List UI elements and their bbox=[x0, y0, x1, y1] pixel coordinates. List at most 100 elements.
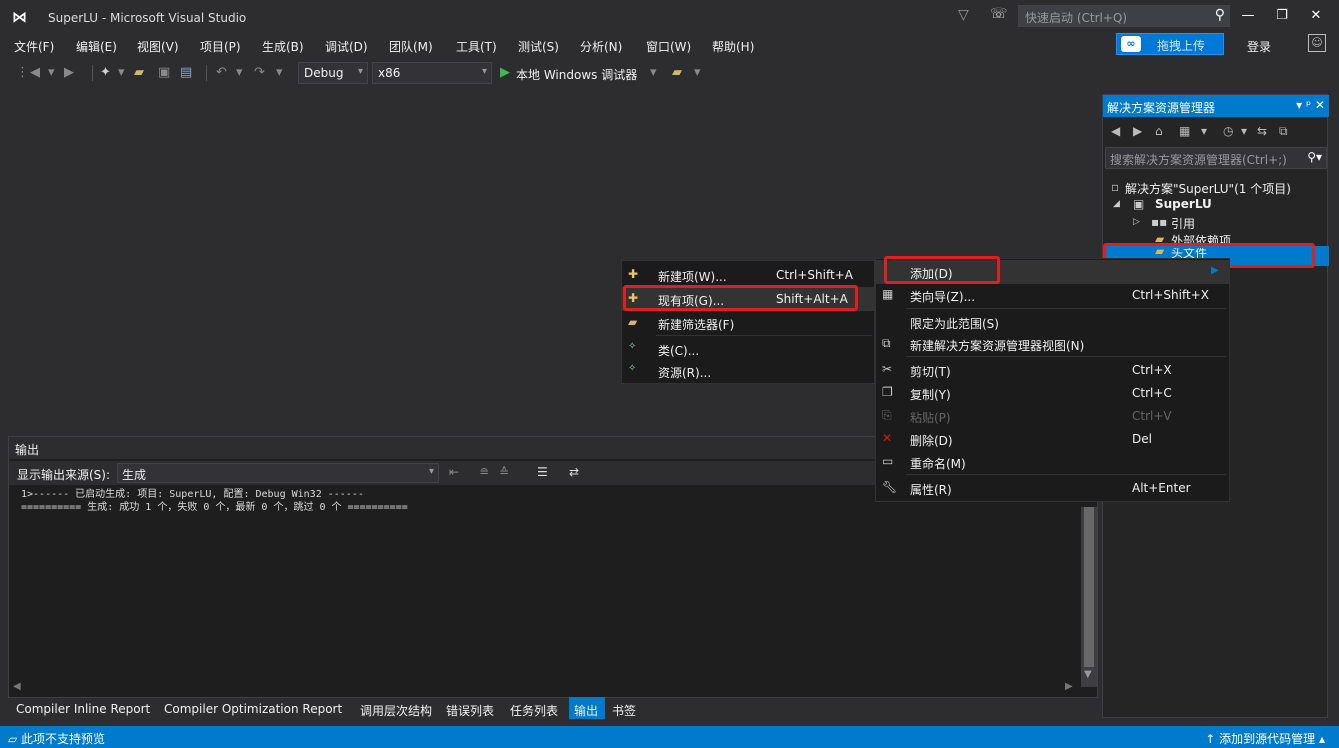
menu-edit[interactable]: 编辑(E) bbox=[76, 38, 117, 55]
menu-item-label: 限定为此范围(S) bbox=[910, 317, 999, 331]
start-debug-button[interactable]: 本地 Windows 调试器 bbox=[516, 66, 637, 83]
menu-file[interactable]: 文件(F) bbox=[14, 38, 54, 55]
account-icon[interactable]: ☺ bbox=[1308, 34, 1326, 52]
expand-arrow-icon[interactable]: ◢ bbox=[1113, 199, 1120, 209]
scroll-right-icon[interactable]: ▶ bbox=[1065, 681, 1073, 692]
back-icon[interactable]: ◀ bbox=[1111, 124, 1120, 138]
scrollbar-thumb[interactable] bbox=[1084, 507, 1094, 667]
notification-filter-icon[interactable]: ▽ bbox=[958, 7, 969, 23]
collapse-all-icon[interactable]: ⧉ bbox=[1279, 124, 1288, 139]
redo-icon[interactable]: ↷ bbox=[254, 65, 265, 80]
pending-changes-icon[interactable]: ◷ bbox=[1223, 124, 1233, 138]
menu-window[interactable]: 窗口(W) bbox=[646, 38, 691, 55]
feedback-icon[interactable]: ☏ bbox=[990, 6, 1008, 22]
menu-item-shortcut: Ctrl+V bbox=[1132, 409, 1172, 423]
add-to-source-control-button[interactable]: ↑ 添加到源代码管理 ▴ bbox=[1205, 730, 1325, 747]
tab-output[interactable]: 输出 bbox=[574, 702, 598, 719]
next-message-icon[interactable]: ≙ bbox=[499, 465, 509, 479]
solution-config-select[interactable]: Debug ▾ bbox=[298, 62, 368, 84]
solution-search-input[interactable]: 搜索解决方案资源管理器(Ctrl+;) ⚲▾ bbox=[1105, 147, 1327, 169]
menu-item-scope-to-this[interactable]: 限定为此范围(S) bbox=[876, 310, 1229, 334]
minimize-button[interactable]: — bbox=[1238, 8, 1258, 23]
clear-all-icon[interactable]: ☰ bbox=[537, 465, 548, 479]
tab-compiler-inline-report[interactable]: Compiler Inline Report bbox=[16, 702, 150, 716]
tab-compiler-optimization-report[interactable]: Compiler Optimization Report bbox=[164, 702, 342, 716]
switch-views-icon[interactable]: ▦ bbox=[1179, 124, 1190, 138]
menu-test[interactable]: 测试(S) bbox=[518, 38, 559, 55]
panel-controls[interactable]: ▾ ᵖ ✕ bbox=[1296, 98, 1325, 112]
close-button[interactable]: ✕ bbox=[1306, 8, 1326, 23]
scroll-down-icon[interactable]: ▼ bbox=[1084, 669, 1092, 680]
login-link[interactable]: 登录 bbox=[1247, 38, 1271, 55]
debugger-dropdown-icon[interactable]: ▾ bbox=[650, 65, 657, 80]
menu-view[interactable]: 视图(V) bbox=[137, 38, 179, 55]
undo-icon[interactable]: ↶ bbox=[216, 65, 227, 80]
tree-item-project[interactable]: ◢ ▣ SuperLU bbox=[1103, 196, 1329, 214]
home-icon[interactable]: ⌂ bbox=[1155, 124, 1163, 138]
restore-button[interactable]: ❐ bbox=[1272, 8, 1292, 23]
navigate-back-dropdown-icon[interactable]: ▾ bbox=[48, 65, 55, 80]
tab-bookmarks[interactable]: 书签 bbox=[612, 702, 636, 719]
new-project-icon[interactable]: ✦ bbox=[100, 65, 111, 80]
menu-debug[interactable]: 调试(D) bbox=[325, 38, 368, 55]
tree-item-solution[interactable]: ▫ 解决方案"SuperLU"(1 个项目) bbox=[1103, 179, 1329, 197]
menu-item-delete[interactable]: ✕ 删除(D) Del bbox=[876, 427, 1229, 451]
tab-error-list[interactable]: 错误列表 bbox=[446, 702, 494, 719]
toolbar-overflow-icon[interactable]: ▾ bbox=[694, 65, 701, 80]
delete-icon: ✕ bbox=[882, 431, 893, 445]
undo-dropdown-icon[interactable]: ▾ bbox=[236, 65, 243, 80]
window-title: SuperLU - Microsoft Visual Studio bbox=[48, 11, 247, 25]
menu-build[interactable]: 生成(B) bbox=[262, 38, 304, 55]
menu-item-copy[interactable]: ❐ 复制(Y) Ctrl+C bbox=[876, 381, 1229, 405]
tree-item-references[interactable]: ▷ ▪▪ 引用 bbox=[1103, 214, 1329, 232]
tab-call-hierarchy[interactable]: 调用层次结构 bbox=[360, 702, 432, 719]
menu-item-properties[interactable]: 🔧︎ 属性(R) Alt+Enter bbox=[876, 476, 1229, 500]
menu-item-label: 新建解决方案资源管理器视图(N) bbox=[910, 339, 1085, 353]
browse-icon[interactable]: ▰ bbox=[672, 65, 682, 80]
status-message: ▱ 此项不支持预览 bbox=[8, 730, 105, 747]
menu-analyze[interactable]: 分析(N) bbox=[580, 38, 622, 55]
save-icon[interactable]: ▣ bbox=[158, 65, 170, 80]
menu-item-label: 复制(Y) bbox=[910, 388, 951, 402]
upload-button[interactable]: ∞ 拖拽上传 bbox=[1116, 33, 1224, 55]
tab-task-list[interactable]: 任务列表 bbox=[510, 702, 558, 719]
redo-dropdown-icon[interactable]: ▾ bbox=[276, 65, 283, 80]
navigate-back-icon[interactable]: ◀ bbox=[30, 65, 40, 80]
sync-icon[interactable]: ⇆ bbox=[1257, 124, 1267, 138]
menu-item-rename[interactable]: ▭ 重命名(M) bbox=[876, 450, 1229, 474]
menu-item-cut[interactable]: ✂ 剪切(T) Ctrl+X bbox=[876, 358, 1229, 382]
menu-help[interactable]: 帮助(H) bbox=[712, 38, 754, 55]
rename-icon: ▭ bbox=[882, 454, 894, 468]
menu-item-shortcut: Alt+Enter bbox=[1132, 481, 1191, 495]
previous-message-icon[interactable]: ≘ bbox=[479, 465, 489, 479]
vertical-scrollbar[interactable]: ▼ bbox=[1081, 507, 1097, 687]
navigate-forward-icon[interactable]: ▶ bbox=[64, 65, 74, 80]
menu-team[interactable]: 团队(M) bbox=[389, 38, 433, 55]
scroll-left-icon[interactable]: ◀ bbox=[13, 681, 21, 692]
menu-item-class-wizard[interactable]: ▦ 类向导(Z)... Ctrl+Shift+X bbox=[876, 283, 1229, 307]
start-debug-icon[interactable]: ▶ bbox=[500, 65, 510, 80]
quick-launch-input[interactable]: 快速启动 (Ctrl+Q) ⚲ bbox=[1018, 5, 1230, 27]
status-bar: ▱ 此项不支持预览 ↑ 添加到源代码管理 ▴ bbox=[0, 726, 1339, 748]
menu-item-label: 类(C)... bbox=[658, 344, 700, 358]
forward-icon[interactable]: ▶ bbox=[1133, 124, 1142, 138]
menu-item-new-filter[interactable]: ▰ 新建筛选器(F) bbox=[622, 311, 874, 335]
save-all-icon[interactable]: ▤ bbox=[180, 65, 192, 80]
solution-config-value: Debug bbox=[304, 66, 344, 80]
pending-changes-dropdown-icon[interactable]: ▾ bbox=[1241, 124, 1247, 138]
menu-item-class[interactable]: ✧ 类(C)... bbox=[622, 337, 874, 361]
find-message-icon[interactable]: ⇤ bbox=[449, 465, 459, 479]
menu-item-new-item[interactable]: ✚ 新建项(W)... Ctrl+Shift+A bbox=[622, 263, 874, 287]
collapse-arrow-icon[interactable]: ▷ bbox=[1133, 217, 1140, 227]
menu-item-new-explorer-view[interactable]: ⧉ 新建解决方案资源管理器视图(N) bbox=[876, 332, 1229, 356]
new-project-dropdown-icon[interactable]: ▾ bbox=[118, 65, 125, 80]
output-source-select[interactable]: 生成 ▾ bbox=[117, 463, 439, 483]
switch-views-dropdown-icon[interactable]: ▾ bbox=[1201, 124, 1207, 138]
menu-project[interactable]: 项目(P) bbox=[200, 38, 241, 55]
menu-item-resource[interactable]: ✧ 资源(R)... bbox=[622, 359, 874, 383]
menu-tools[interactable]: 工具(T) bbox=[456, 38, 497, 55]
solution-platform-select[interactable]: x86 ▾ bbox=[372, 62, 492, 84]
word-wrap-icon[interactable]: ⇄ bbox=[569, 465, 579, 479]
menu-item-label: 属性(R) bbox=[910, 483, 952, 497]
open-file-icon[interactable]: ▰ bbox=[134, 65, 144, 80]
